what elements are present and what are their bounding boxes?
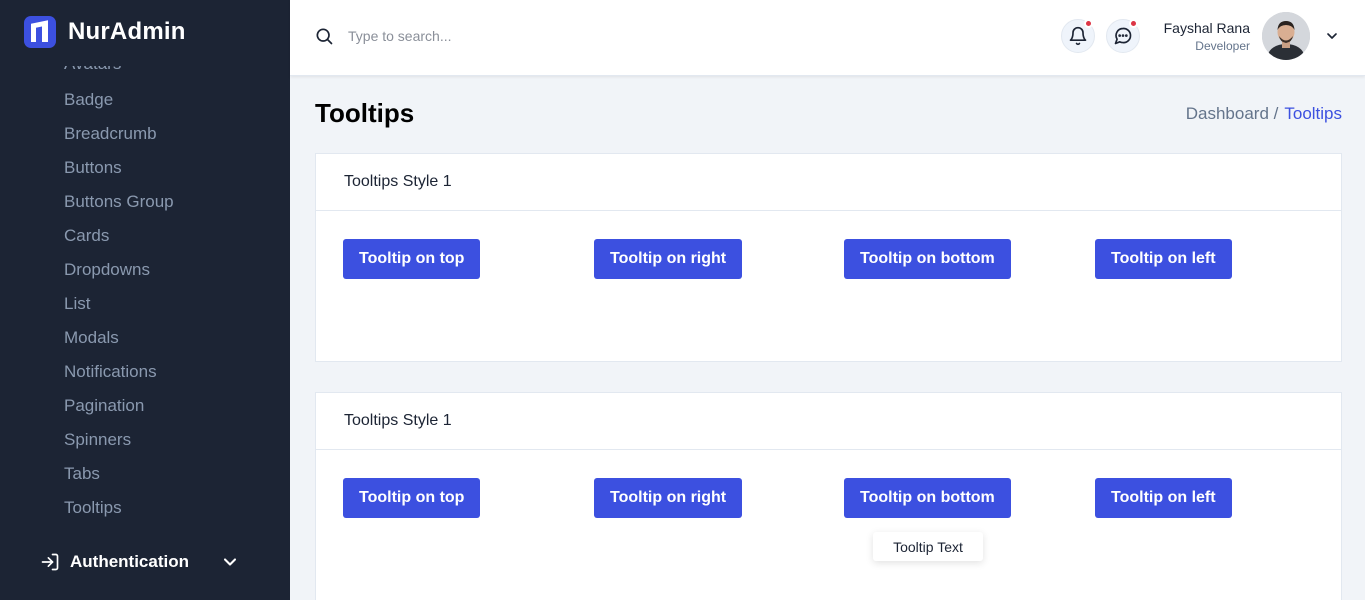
login-icon: [41, 553, 59, 571]
tooltip-left-button[interactable]: Tooltip on left: [1095, 239, 1232, 279]
brand[interactable]: NurAdmin: [24, 16, 186, 48]
bell-icon: [1069, 26, 1087, 46]
button-row: Tooltip on top Tooltip on right Tooltip …: [316, 211, 1341, 311]
user-name[interactable]: Fayshal Rana: [1164, 20, 1250, 36]
tooltip-bottom-button[interactable]: Tooltip on bottom: [844, 478, 1011, 518]
tooltip-right-button[interactable]: Tooltip on right: [594, 478, 743, 518]
avatar[interactable]: [1262, 12, 1310, 60]
search-input[interactable]: [348, 24, 648, 48]
tooltip-top-button[interactable]: Tooltip on top: [343, 239, 481, 279]
chevron-down-icon: [223, 558, 237, 566]
sidebar-item-spinners[interactable]: Spinners: [64, 430, 131, 450]
tooltips-card: Tooltips Style 1 Tooltip on top Tooltip …: [315, 153, 1342, 362]
sidebar-item-pagination[interactable]: Pagination: [64, 396, 144, 416]
button-row: Tooltip on top Tooltip on right Tooltip …: [316, 450, 1341, 550]
sidebar-item-modals[interactable]: Modals: [64, 328, 119, 348]
sidebar-item-tabs[interactable]: Tabs: [64, 464, 100, 484]
search-icon[interactable]: [314, 26, 334, 46]
sidebar-item-avatars[interactable]: Avatars: [64, 66, 121, 74]
sidebar: NurAdmin Avatars Badge Breadcrumb Button…: [0, 0, 290, 600]
sidebar-item-tooltips[interactable]: Tooltips: [64, 498, 122, 518]
tooltip: Tooltip Text: [873, 532, 983, 561]
tooltip-right-button[interactable]: Tooltip on right: [594, 239, 743, 279]
brand-name: NurAdmin: [68, 18, 186, 45]
sidebar-item-cards[interactable]: Cards: [64, 226, 109, 246]
sidebar-item-notifications[interactable]: Notifications: [64, 362, 157, 382]
card-title: Tooltips Style 1: [316, 154, 1341, 211]
sidebar-item-buttons[interactable]: Buttons: [64, 158, 122, 178]
sidebar-item-list[interactable]: List: [64, 294, 90, 314]
sidebar-group-authentication[interactable]: Authentication: [40, 550, 250, 574]
user-role: Developer: [1195, 39, 1250, 53]
sidebar-group-label: Authentication: [70, 552, 189, 571]
page-title: Tooltips: [315, 98, 415, 128]
breadcrumb: Dashboard / Tooltips: [1186, 104, 1342, 124]
sidebar-item-badge[interactable]: Badge: [64, 90, 113, 110]
tooltip-top-button[interactable]: Tooltip on top: [343, 478, 481, 518]
brand-logo-icon: [24, 16, 56, 48]
tooltips-card: Tooltips Style 1 Tooltip on top Tooltip …: [315, 392, 1342, 600]
top-header: Fayshal Rana Developer: [290, 0, 1365, 76]
user-avatar-icon: [1262, 12, 1310, 60]
chevron-down-icon[interactable]: [1324, 28, 1340, 44]
messages-button[interactable]: [1106, 19, 1140, 53]
tooltip-bottom-button[interactable]: Tooltip on bottom: [844, 239, 1011, 279]
notifications-button[interactable]: [1061, 19, 1095, 53]
tooltip-left-button[interactable]: Tooltip on left: [1095, 478, 1232, 518]
chat-icon: [1114, 27, 1132, 45]
card-title: Tooltips Style 1: [316, 393, 1341, 450]
sidebar-item-dropdowns[interactable]: Dropdowns: [64, 260, 150, 280]
breadcrumb-current: Tooltips: [1284, 104, 1342, 123]
sidebar-item-buttons-group[interactable]: Buttons Group: [64, 192, 174, 212]
message-dot: [1129, 19, 1138, 28]
notification-dot: [1084, 19, 1093, 28]
sidebar-item-breadcrumb[interactable]: Breadcrumb: [64, 124, 157, 144]
breadcrumb-dashboard[interactable]: Dashboard /: [1186, 104, 1279, 123]
